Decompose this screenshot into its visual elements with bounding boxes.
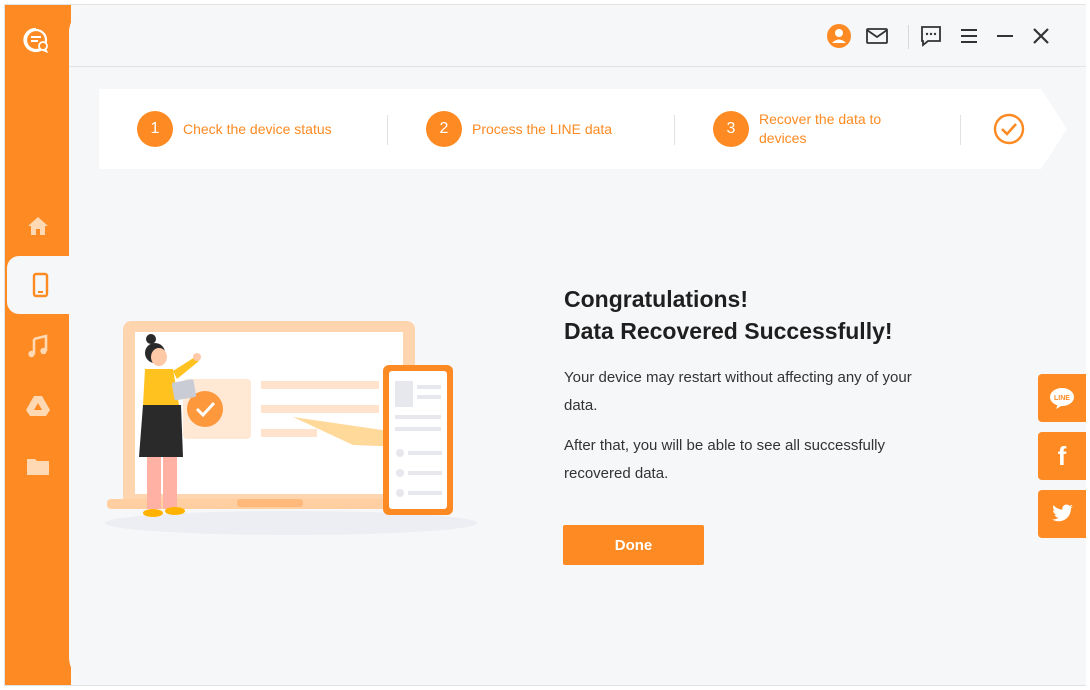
desc-line: data. bbox=[564, 397, 598, 414]
minimize-icon bbox=[997, 35, 1013, 37]
music-icon bbox=[28, 334, 48, 358]
main-panel: 1 Check the device status 2 Process the … bbox=[69, 5, 1086, 685]
menu-button[interactable] bbox=[956, 23, 982, 49]
desc-line: After that, you will be able to see all … bbox=[564, 437, 885, 454]
share-line-button[interactable]: LINE bbox=[1038, 374, 1086, 422]
step-1: 1 Check the device status bbox=[137, 89, 332, 169]
step-2: 2 Process the LINE data bbox=[426, 89, 612, 169]
step-number: 3 bbox=[713, 111, 749, 147]
title-line: Congratulations! bbox=[564, 286, 748, 312]
facebook-icon: f bbox=[1057, 440, 1067, 471]
recovered-notice: After that, you will be able to see all … bbox=[564, 432, 944, 488]
line-icon: LINE bbox=[1050, 388, 1074, 409]
step-label: Check the device status bbox=[183, 120, 332, 137]
check-circle-icon bbox=[993, 113, 1025, 145]
step-label: Recover the data to devices bbox=[759, 110, 881, 148]
step-complete bbox=[993, 89, 1025, 169]
close-icon bbox=[1033, 28, 1049, 44]
step-number: 2 bbox=[426, 111, 462, 147]
done-button[interactable]: Done bbox=[563, 525, 704, 565]
recovery-success-illustration bbox=[105, 321, 477, 535]
line-logo-text: LINE bbox=[1054, 395, 1070, 402]
step-label-line: devices bbox=[759, 130, 807, 146]
app-window: 1 Check the device status 2 Process the … bbox=[4, 4, 1086, 686]
share-facebook-button[interactable]: f bbox=[1038, 432, 1086, 480]
sidebar-item-device[interactable] bbox=[7, 256, 73, 314]
step-number: 1 bbox=[137, 111, 173, 147]
feedback-icon bbox=[921, 26, 941, 47]
mail-icon bbox=[866, 28, 888, 44]
mail-button[interactable] bbox=[864, 23, 890, 49]
progress-stepper: 1 Check the device status 2 Process the … bbox=[99, 89, 1067, 169]
step-label-line: Recover the data to bbox=[759, 111, 882, 127]
sidebar-item-files[interactable] bbox=[5, 437, 71, 495]
title-bar bbox=[69, 5, 1086, 67]
folder-icon bbox=[27, 459, 49, 475]
close-button[interactable] bbox=[1028, 23, 1054, 49]
share-twitter-button[interactable] bbox=[1038, 490, 1086, 538]
step-label: Process the LINE data bbox=[472, 120, 613, 137]
success-title: Congratulations! Data Recovered Successf… bbox=[564, 283, 893, 347]
toolbar-divider bbox=[908, 25, 909, 49]
sidebar bbox=[5, 5, 73, 685]
step-3: 3 Recover the data to devices bbox=[713, 89, 881, 169]
minimize-button[interactable] bbox=[992, 23, 1018, 49]
title-line: Data Recovered Successfully! bbox=[564, 318, 893, 344]
google-drive-icon bbox=[26, 396, 50, 416]
sidebar-item-home[interactable] bbox=[5, 197, 71, 255]
twitter-icon bbox=[1052, 504, 1073, 522]
step-divider bbox=[387, 115, 388, 145]
restart-notice: Your device may restart without affectin… bbox=[564, 364, 944, 420]
app-logo-icon bbox=[22, 26, 50, 54]
sidebar-item-drive[interactable] bbox=[5, 377, 71, 435]
account-button[interactable] bbox=[826, 23, 852, 49]
user-icon bbox=[827, 24, 851, 48]
step-divider bbox=[960, 115, 961, 145]
desc-line: recovered data. bbox=[564, 465, 669, 482]
menu-icon bbox=[961, 29, 977, 43]
home-icon bbox=[28, 217, 48, 235]
sidebar-item-music[interactable] bbox=[5, 317, 71, 375]
feedback-button[interactable] bbox=[918, 23, 944, 49]
phone-icon bbox=[32, 272, 49, 298]
desc-line: Your device may restart without affectin… bbox=[564, 369, 912, 386]
step-divider bbox=[674, 115, 675, 145]
